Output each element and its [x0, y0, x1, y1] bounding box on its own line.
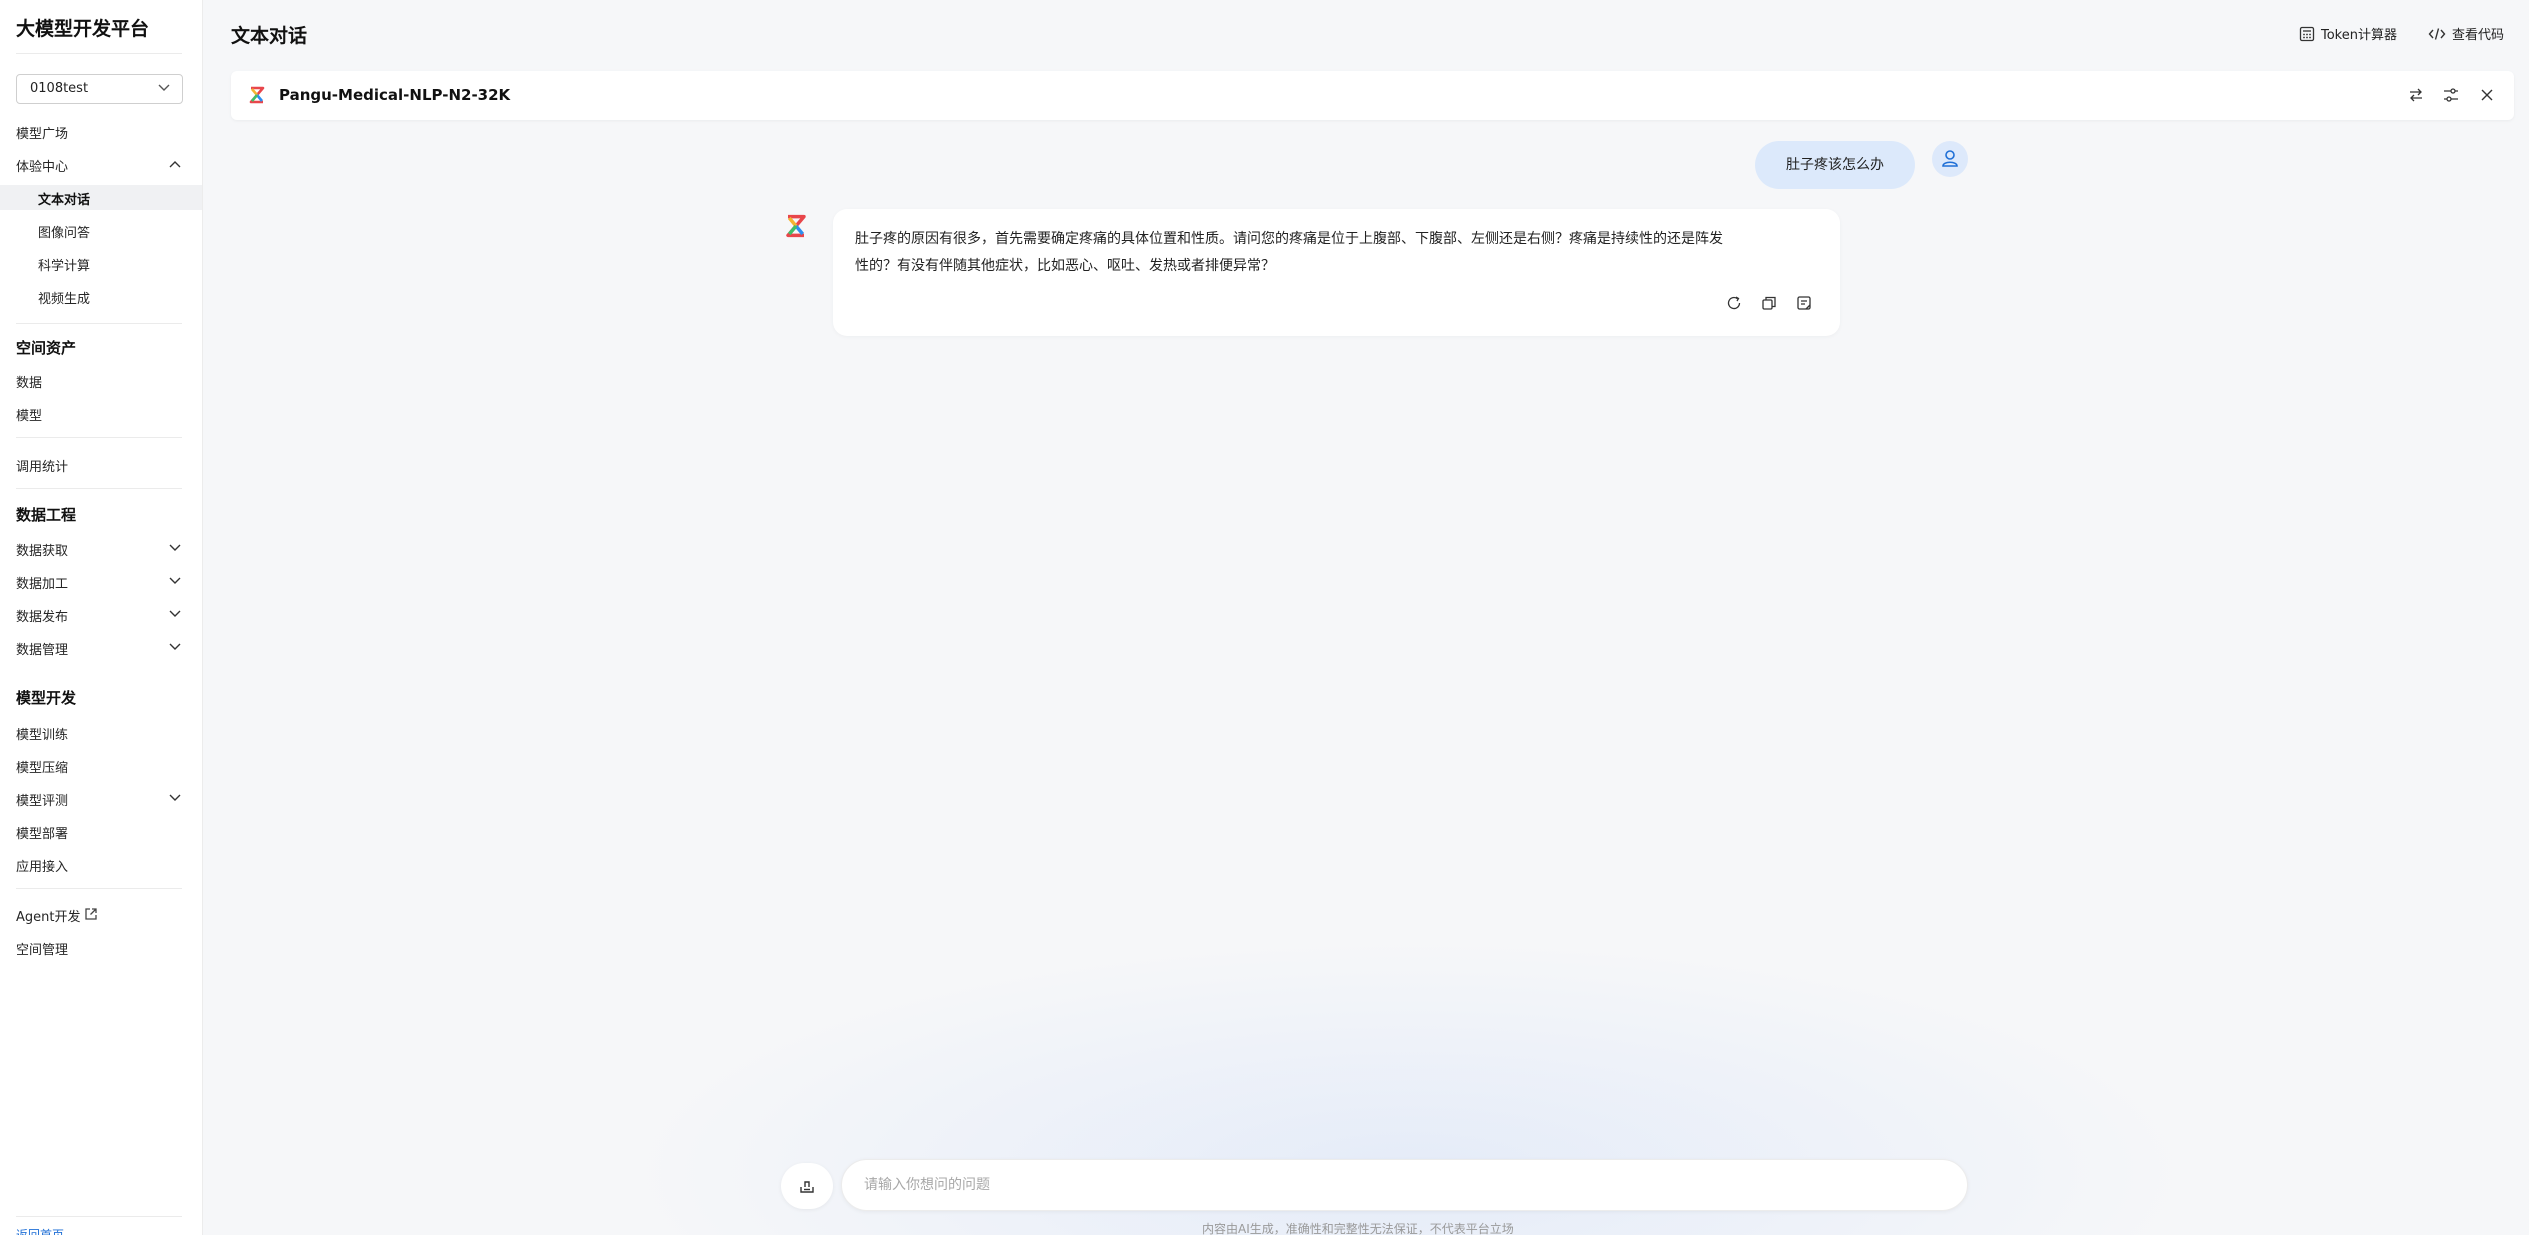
chevron-down-icon[interactable] [169, 643, 181, 651]
external-link-icon[interactable] [84, 907, 98, 921]
copy-icon[interactable] [1761, 295, 1777, 311]
divider [16, 323, 182, 324]
chevron-down-icon [158, 84, 170, 91]
bot-message-text: 肚子疼的原因有很多，首先需要确定疼痛的具体位置和性质。请问您的疼痛是位于上腹部、… [855, 226, 1815, 280]
ai-disclaimer: 内容由AI生成，准确性和完整性无法保证，不代表平台立场 [1202, 1222, 1514, 1235]
view-code-button[interactable]: 查看代码 [2428, 24, 2504, 43]
bot-message-line: 肚子疼的原因有很多，首先需要确定疼痛的具体位置和性质。请问您的疼痛是位于上腹部、… [855, 231, 1723, 247]
pangu-logo-icon [249, 86, 265, 104]
token-calculator-label: Token计算器 [2321, 28, 2397, 43]
code-icon [2428, 27, 2446, 40]
nav-data-publish[interactable]: 数据发布 [16, 606, 68, 625]
nav-active-highlight [0, 185, 202, 210]
nav-data[interactable]: 数据 [16, 372, 42, 391]
page-title: 文本对话 [231, 25, 308, 47]
user-avatar [1932, 141, 1968, 177]
model-bar [231, 71, 2514, 120]
nav-app-access[interactable]: 应用接入 [16, 856, 68, 875]
model-name: Pangu-Medical-NLP-N2-32K [279, 86, 511, 104]
close-icon[interactable] [2479, 87, 2495, 103]
section-data-engineering: 数据工程 [16, 506, 77, 524]
user-message-text: 肚子疼该怎么办 [1786, 157, 1884, 173]
user-icon [1942, 150, 1958, 167]
nav-experience-center[interactable]: 体验中心 [16, 156, 68, 175]
nav-space-management[interactable]: 空间管理 [16, 939, 68, 958]
chat-input[interactable] [841, 1159, 1968, 1211]
chevron-down-icon[interactable] [169, 794, 181, 802]
settings-sliders-icon[interactable] [2443, 87, 2459, 103]
workspace-select-value: 0108test [30, 81, 89, 96]
user-message-bubble: 肚子疼该怎么办 [1755, 141, 1915, 189]
nav-model-training[interactable]: 模型训练 [16, 724, 68, 743]
attachment-icon [800, 1181, 814, 1193]
divider [16, 1216, 182, 1217]
bot-message-line: 性的？有没有伴随其他症状，比如恶心、呕吐、发热或者排便异常？ [855, 258, 1275, 274]
divider [16, 488, 182, 489]
nav-model-compression[interactable]: 模型压缩 [16, 757, 68, 776]
nav-model-deploy[interactable]: 模型部署 [16, 823, 68, 842]
nav-sci-compute[interactable]: 科学计算 [38, 255, 90, 274]
chevron-down-icon[interactable] [169, 577, 181, 585]
chevron-up-icon[interactable] [169, 160, 181, 168]
section-model-dev: 模型开发 [16, 689, 77, 707]
nav-text-chat[interactable]: 文本对话 [38, 189, 90, 208]
view-code-label: 查看代码 [2452, 28, 2505, 43]
chevron-down-icon[interactable] [169, 610, 181, 618]
bot-message-bubble: 肚子疼的原因有很多，首先需要确定疼痛的具体位置和性质。请问您的疼痛是位于上腹部、… [833, 209, 1840, 336]
brand-title: 大模型开发平台 [16, 18, 150, 40]
nav-data-processing[interactable]: 数据加工 [16, 573, 68, 592]
nav-usage-stats[interactable]: 调用统计 [16, 456, 68, 475]
attach-button[interactable] [781, 1163, 833, 1209]
token-calculator-button[interactable]: Token计算器 [2299, 24, 2397, 43]
nav-image-qa[interactable]: 图像问答 [38, 222, 90, 241]
switch-model-icon[interactable] [2408, 87, 2424, 103]
nav-video-gen[interactable]: 视频生成 [38, 288, 90, 307]
divider [16, 437, 182, 438]
divider [16, 53, 182, 54]
back-home-link[interactable]: 返回首页 [16, 1226, 64, 1235]
sidebar: 大模型开发平台 0108test 模型广场 体验中心 文本对话 图像问答 科学计… [0, 0, 203, 1235]
bot-avatar-icon [786, 214, 806, 238]
nav-model-eval[interactable]: 模型评测 [16, 790, 68, 809]
nav-data-management[interactable]: 数据管理 [16, 639, 68, 658]
nav-model-plaza[interactable]: 模型广场 [16, 123, 68, 142]
nav-data-acquisition[interactable]: 数据获取 [16, 540, 68, 559]
note-icon[interactable] [1796, 295, 1812, 311]
workspace-select[interactable]: 0108test [16, 74, 183, 104]
regenerate-icon[interactable] [1726, 295, 1742, 311]
section-space-assets: 空间资产 [16, 339, 77, 357]
chevron-down-icon[interactable] [169, 544, 181, 552]
divider [16, 888, 182, 889]
nav-model[interactable]: 模型 [16, 405, 42, 424]
nav-agent-dev[interactable]: Agent开发 [16, 906, 80, 925]
calculator-icon [2299, 26, 2315, 41]
